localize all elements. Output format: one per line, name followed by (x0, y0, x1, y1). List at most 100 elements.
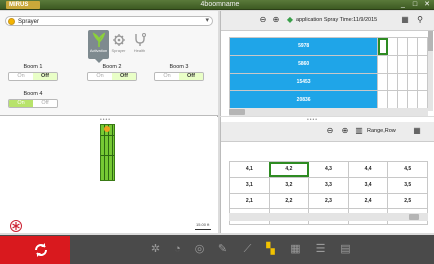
search-icon[interactable]: ⚲ (414, 14, 426, 26)
empty-cell[interactable] (417, 90, 428, 109)
mode-tab-health[interactable]: Health (129, 30, 150, 59)
active-mode-pointer (95, 59, 103, 63)
boom-label: Boom 3 (169, 64, 189, 70)
range-row-cell[interactable]: 3,2 (268, 176, 310, 194)
zoom-in-icon[interactable]: ⊕ (270, 14, 282, 26)
spray-diamond-icon[interactable]: ◆ (284, 14, 296, 26)
empty-cell[interactable] (407, 90, 419, 109)
refresh-icon (35, 243, 47, 257)
value-cell[interactable]: 5860 (228, 54, 379, 74)
home-button[interactable] (0, 236, 70, 264)
app-logo: MIRUS (6, 1, 40, 9)
range-row-cell[interactable]: 3,1 (229, 176, 270, 194)
bottom-table-toolbar: ⊖ ⊕ ▥ Range,Row ▦ (221, 122, 434, 142)
empty-cell[interactable] (407, 37, 419, 56)
boom-on-option[interactable]: On (9, 100, 33, 107)
close-button[interactable]: ✕ (422, 1, 432, 9)
boom-off-option[interactable]: Off (33, 100, 57, 107)
empty-cell[interactable] (387, 54, 399, 74)
table-row: 20836 (228, 90, 428, 109)
boom-off-option[interactable]: Off (112, 73, 136, 80)
empty-cell[interactable] (417, 37, 428, 56)
bottom-table-horizontal-scrollbar[interactable] (229, 213, 428, 221)
grid-view-icon[interactable]: ▦ (411, 125, 423, 137)
application-table[interactable]: 5978 5860 15453 20836 (228, 37, 428, 109)
column-view-icon[interactable]: ▥ (353, 125, 365, 137)
empty-cell[interactable] (407, 54, 419, 74)
row-line (108, 125, 109, 180)
zoom-out-icon[interactable]: ⊖ (324, 125, 336, 137)
boom-3-toggle[interactable]: On Off (154, 72, 204, 81)
empty-cell[interactable] (377, 90, 389, 109)
field-plot[interactable] (100, 124, 115, 181)
table-view-icon[interactable]: ▤ (338, 241, 353, 257)
range-row-cell[interactable]: 4,4 (347, 161, 389, 178)
boom-on-option[interactable]: On (155, 73, 179, 80)
grid-view-icon[interactable]: ▦ (399, 14, 411, 26)
boom-2-toggle[interactable]: On Off (87, 72, 137, 81)
scrollbar-thumb[interactable] (229, 109, 245, 115)
vehicle-position-icon (104, 126, 110, 132)
range-row-cell[interactable]: 2,5 (387, 192, 428, 210)
top-table-horizontal-scrollbar[interactable] (229, 108, 428, 116)
range-row-cell[interactable]: 4,3 (308, 161, 349, 178)
empty-cell[interactable] (387, 37, 399, 56)
maximize-button[interactable]: □ (410, 1, 420, 9)
list-view-icon[interactable]: ☰ (313, 241, 328, 257)
settings-gear-icon[interactable]: ✲ (148, 241, 163, 257)
empty-cell[interactable] (397, 54, 409, 74)
clock-icon[interactable]: ◔ (170, 241, 185, 257)
range-row-cell[interactable]: 3,4 (347, 176, 389, 194)
empty-cell[interactable] (387, 90, 399, 109)
empty-cell[interactable] (377, 37, 389, 56)
pencil-icon[interactable]: ✎ (215, 241, 230, 257)
top-table-vertical-scrollbar[interactable] (428, 31, 433, 111)
mode-tab-label: Health (133, 48, 146, 53)
range-row-cell[interactable]: 3,3 (308, 176, 349, 194)
empty-cell[interactable] (417, 72, 428, 92)
range-row-cell[interactable]: 4,1 (229, 161, 270, 178)
plot-grid-icon[interactable]: ▦ (288, 241, 303, 257)
boom-on-option[interactable]: On (88, 73, 112, 80)
scrollbar-thumb[interactable] (428, 31, 433, 51)
empty-cell[interactable] (407, 72, 419, 92)
boom-off-option[interactable]: Off (33, 73, 57, 80)
value-cell[interactable]: 15453 (228, 72, 379, 92)
range-row-cell[interactable]: 2,3 (308, 192, 349, 210)
empty-cell[interactable] (387, 72, 399, 92)
emergency-stop-button[interactable] (10, 220, 22, 232)
zoom-out-icon[interactable]: ⊖ (257, 14, 269, 26)
boom-1-toggle[interactable]: On Off (8, 72, 58, 81)
compass-icon[interactable]: ◎ (192, 241, 207, 257)
value-cell[interactable]: 20836 (228, 90, 379, 109)
boom-on-option[interactable]: On (9, 73, 33, 80)
mode-tab-sprayer[interactable]: Sprayer (108, 30, 129, 59)
range-row-cell[interactable]: 2,2 (268, 192, 310, 210)
range-row-cell[interactable]: 4,2 (268, 161, 310, 178)
quad-layout-icon[interactable]: ▚ (263, 241, 278, 257)
stethoscope-icon (134, 33, 146, 46)
mode-tab-label: Sprayer (111, 48, 126, 53)
range-row-cell[interactable]: 2,1 (229, 192, 270, 210)
empty-cell[interactable] (417, 54, 428, 74)
empty-cell[interactable] (397, 37, 409, 56)
value-cell[interactable]: 5978 (228, 37, 379, 56)
implement-dropdown[interactable]: Sprayer ▾ (5, 16, 213, 26)
range-row-cell[interactable]: 4,5 (387, 161, 428, 178)
zoom-in-icon[interactable]: ⊕ (339, 125, 351, 137)
minimize-button[interactable]: _ (398, 1, 408, 9)
boom-1-control: Boom 1 On Off (8, 64, 58, 81)
empty-cell[interactable] (397, 90, 409, 109)
line-chart-icon[interactable]: ⟋ (240, 241, 255, 257)
empty-cell[interactable] (397, 72, 409, 92)
scrollbar-thumb[interactable] (409, 214, 419, 220)
boom-label: Boom 4 (23, 91, 43, 97)
boom-4-toggle[interactable]: On Off (8, 99, 58, 108)
boom-off-option[interactable]: Off (179, 73, 203, 80)
mode-tab-activation[interactable]: Activation (88, 30, 109, 59)
empty-cell[interactable] (377, 72, 389, 92)
range-row-cell[interactable]: 2,4 (347, 192, 389, 210)
range-row-cell[interactable]: 3,5 (387, 176, 428, 194)
empty-cell[interactable] (377, 54, 389, 74)
panel-resize-grip[interactable]: •••• (100, 117, 111, 123)
